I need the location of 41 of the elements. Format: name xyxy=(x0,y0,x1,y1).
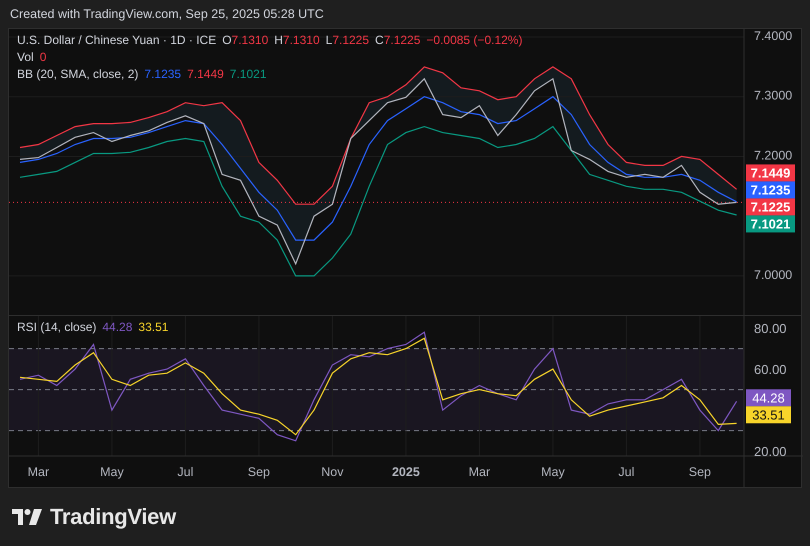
time-label: Jul xyxy=(618,465,634,479)
indicator-label: BB (20, SMA, close, 2) xyxy=(17,67,138,81)
price-badge: 7.1235 xyxy=(746,181,795,198)
logo-icon xyxy=(12,508,42,526)
axis-label: 7.0000 xyxy=(754,268,792,282)
value-badge: 33.51 xyxy=(746,406,791,424)
value-badge: 44.28 xyxy=(746,389,791,406)
time-label: Nov xyxy=(321,465,344,479)
price-badge: 7.1021 xyxy=(746,215,795,232)
ohlc-value: L7.1225 xyxy=(326,33,370,47)
time-label: Mar xyxy=(468,465,490,479)
ohlc-value: H7.1310 xyxy=(274,33,320,47)
ohlc-value: C7.1225 xyxy=(375,33,420,47)
axis-label: 20.00 xyxy=(754,444,787,460)
time-label: May xyxy=(100,465,124,479)
indicator-value: 44.28 xyxy=(102,320,132,334)
indicator-value: 7.1449 xyxy=(187,67,224,81)
brand-name: TradingView xyxy=(50,504,176,530)
volume-label: Vol xyxy=(17,50,34,64)
time-label: 2025 xyxy=(392,465,420,479)
indicator-value: 7.1235 xyxy=(144,67,182,81)
indicator-label: RSI (14, close) xyxy=(17,320,96,334)
indicator-value: 7.1021 xyxy=(230,67,266,81)
time-label: Jul xyxy=(177,465,194,479)
axis-label: 60.00 xyxy=(754,362,787,378)
volume-value: 0 xyxy=(40,50,46,64)
time-label: May xyxy=(541,465,565,479)
axis-label: 7.2000 xyxy=(754,148,792,162)
time-label: Mar xyxy=(28,465,50,479)
price-badge: 7.1225 xyxy=(746,198,795,216)
axis-label: 80.00 xyxy=(754,321,787,336)
symbol-title: U.S. Dollar / Chinese Yuan · 1D · ICE xyxy=(17,33,216,47)
ohlc-value: O7.1310 xyxy=(222,33,268,47)
change-value: −0.0085 (−0.12%) xyxy=(426,33,522,47)
indicator-value: 33.51 xyxy=(138,320,168,334)
axis-label: 7.4000 xyxy=(754,29,792,43)
time-label: Sep xyxy=(248,465,270,479)
axis-label: 7.3000 xyxy=(754,88,792,103)
time-label: Sep xyxy=(688,465,712,479)
header-text: Created with TradingView.com, Sep 25, 2025 05:28 UTC xyxy=(10,7,324,21)
price-badge: 7.1449 xyxy=(746,164,795,182)
